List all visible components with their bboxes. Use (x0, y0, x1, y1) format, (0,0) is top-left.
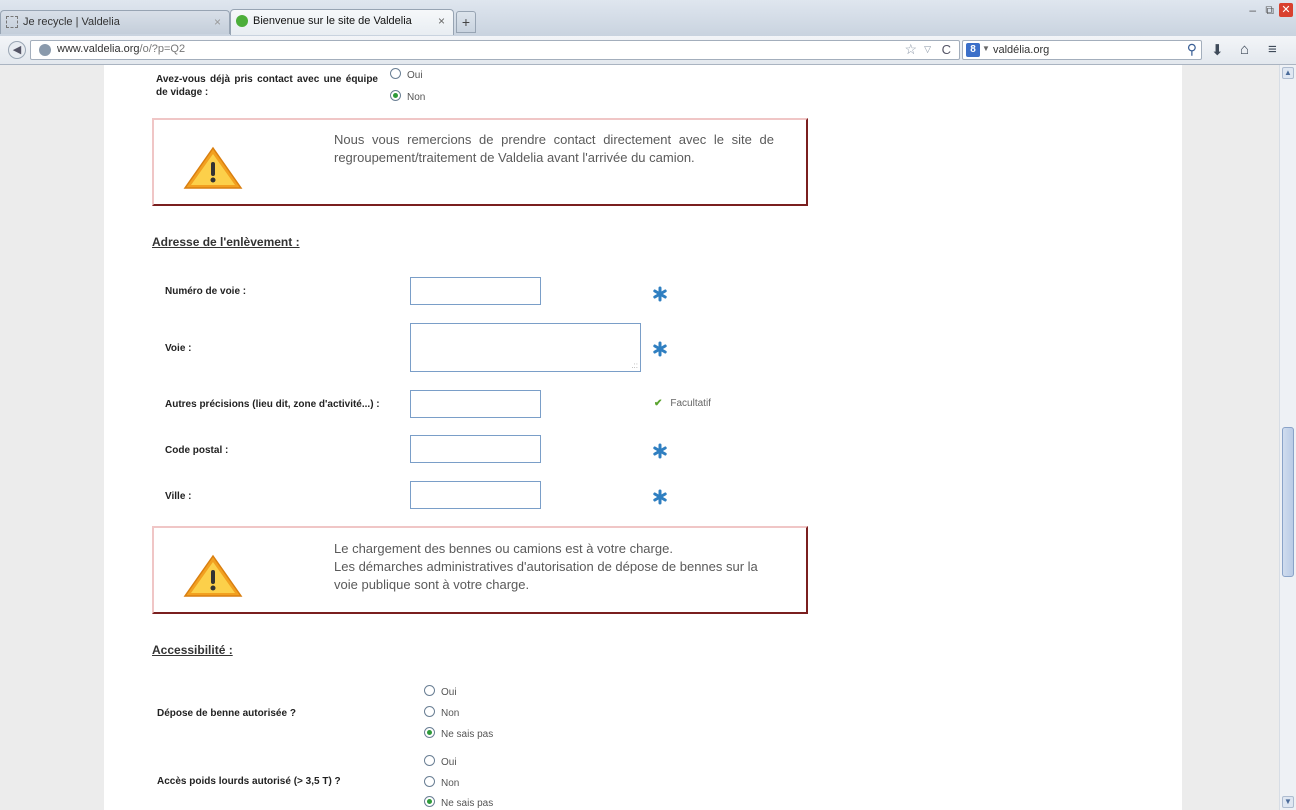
address-bar[interactable]: www.valdelia.org/o/?p=Q2 ☆ ▽ C (30, 40, 960, 60)
code-postal-label: Code postal : (165, 445, 229, 456)
search-engine-icon[interactable]: 8 (966, 43, 980, 57)
window-close-icon[interactable]: ✕ (1279, 3, 1293, 17)
search-bar[interactable]: 8 ▼ valdélia.org ⚲ (962, 40, 1202, 60)
radio-circle[interactable] (390, 68, 401, 79)
radio-circle[interactable] (424, 755, 435, 766)
radio-circle[interactable] (390, 90, 401, 101)
tab-je-recycle[interactable]: Je recycle | Valdelia × (0, 10, 230, 34)
history-dropdown-icon[interactable]: ▽ (924, 44, 931, 55)
numero-label: Numéro de voie : (165, 286, 247, 297)
scrollbar-thumb[interactable] (1282, 427, 1294, 577)
radio-circle[interactable] (424, 796, 435, 807)
close-tab-icon[interactable]: × (438, 10, 445, 32)
benne-option-non[interactable]: Non (424, 706, 459, 719)
required-star-icon (653, 489, 667, 505)
tab-bienvenue[interactable]: Bienvenue sur le site de Valdelia × (230, 9, 454, 35)
poids-option-ne-sais-pas[interactable]: Ne sais pas (424, 796, 493, 809)
scroll-up-arrow-icon[interactable]: ▲ (1282, 67, 1294, 79)
poids-option-non[interactable]: Non (424, 776, 459, 789)
radio-circle[interactable] (424, 685, 435, 696)
radio-circle[interactable] (424, 706, 435, 717)
scroll-down-arrow-icon[interactable]: ▼ (1282, 796, 1294, 808)
contact-option-oui[interactable]: Oui (390, 68, 423, 81)
info-alert-contact: Nous vous remercions de prendre contact … (152, 118, 808, 206)
code-postal-input[interactable] (410, 435, 541, 463)
checkmark-icon: ✔ (654, 398, 663, 409)
navigation-toolbar: ◀ www.valdelia.org/o/?p=Q2 ☆ ▽ C 8 ▼ val… (0, 36, 1296, 65)
ville-input[interactable] (410, 481, 541, 509)
new-tab-button[interactable]: + (456, 11, 476, 33)
info-alert-charge: Le chargement des bennes ou camions est … (152, 526, 808, 614)
back-arrow-icon[interactable]: ◀ (8, 41, 26, 59)
home-icon[interactable]: ⌂ (1240, 41, 1249, 58)
required-star-icon (653, 443, 667, 459)
contact-question-label: Avez-vous déjà pris contact avec une équ… (156, 74, 378, 98)
tab-bar: Je recycle | Valdelia × Bienvenue sur le… (0, 0, 1296, 37)
page-viewport: Avez-vous déjà pris contact avec une équ… (0, 65, 1279, 810)
radio-circle[interactable] (424, 727, 435, 738)
optional-hint: ✔ Facultatif (654, 398, 711, 409)
alert-line: Le chargement des bennes ou camions est … (334, 541, 673, 556)
tab-label: Bienvenue sur le site de Valdelia (253, 15, 412, 27)
contact-option-non[interactable]: Non (390, 90, 425, 103)
poids-question-label: Accès poids lourds autorisé (> 3,5 T) ? (157, 776, 341, 787)
autres-label: Autres précisions (lieu dit, zone d'acti… (165, 399, 380, 410)
search-icon[interactable]: ⚲ (1187, 41, 1197, 58)
resize-grip-icon[interactable]: .:: (631, 361, 638, 370)
reload-icon[interactable]: C (942, 42, 951, 57)
numero-input[interactable] (410, 277, 541, 305)
valdelia-favicon-icon (236, 15, 248, 27)
benne-option-ne-sais-pas[interactable]: Ne sais pas (424, 727, 493, 740)
vertical-scrollbar[interactable]: ▲ ▼ (1279, 65, 1296, 810)
blank-page-icon (6, 16, 18, 28)
accessibility-heading: Accessibilité : (152, 643, 233, 657)
ville-label: Ville : (165, 491, 192, 502)
alert-text: Nous vous remercions de prendre contact … (334, 132, 774, 165)
warning-icon (183, 554, 243, 597)
poids-option-oui[interactable]: Oui (424, 755, 457, 768)
warning-icon (183, 146, 243, 189)
bookmark-star-icon[interactable]: ☆ (904, 41, 917, 58)
benne-option-oui[interactable]: Oui (424, 685, 457, 698)
restore-icon[interactable]: ⧉ (1265, 3, 1274, 18)
close-tab-icon[interactable]: × (214, 11, 221, 33)
menu-icon[interactable]: ≡ (1268, 41, 1277, 58)
required-star-icon (653, 341, 667, 357)
tab-label: Je recycle | Valdelia (23, 16, 120, 28)
required-star-icon (653, 286, 667, 302)
voie-textarea[interactable]: .:: (410, 323, 641, 372)
autres-input[interactable] (410, 390, 541, 418)
alert-text: Le chargement des bennes ou camions est … (334, 540, 784, 594)
search-input[interactable]: valdélia.org (993, 44, 1049, 56)
minimize-icon[interactable]: – (1249, 3, 1256, 17)
engine-dropdown-icon[interactable]: ▼ (982, 44, 990, 53)
alert-line: Les démarches administratives d'autorisa… (334, 559, 758, 592)
address-heading: Adresse de l'enlèvement : (152, 235, 300, 249)
url-text: www.valdelia.org/o/?p=Q2 (57, 43, 186, 55)
download-icon[interactable]: ⬇ (1211, 41, 1224, 59)
radio-circle[interactable] (424, 776, 435, 787)
benne-question-label: Dépose de benne autorisée ? (157, 708, 296, 719)
voie-label: Voie : (165, 343, 192, 354)
globe-icon (39, 44, 51, 56)
